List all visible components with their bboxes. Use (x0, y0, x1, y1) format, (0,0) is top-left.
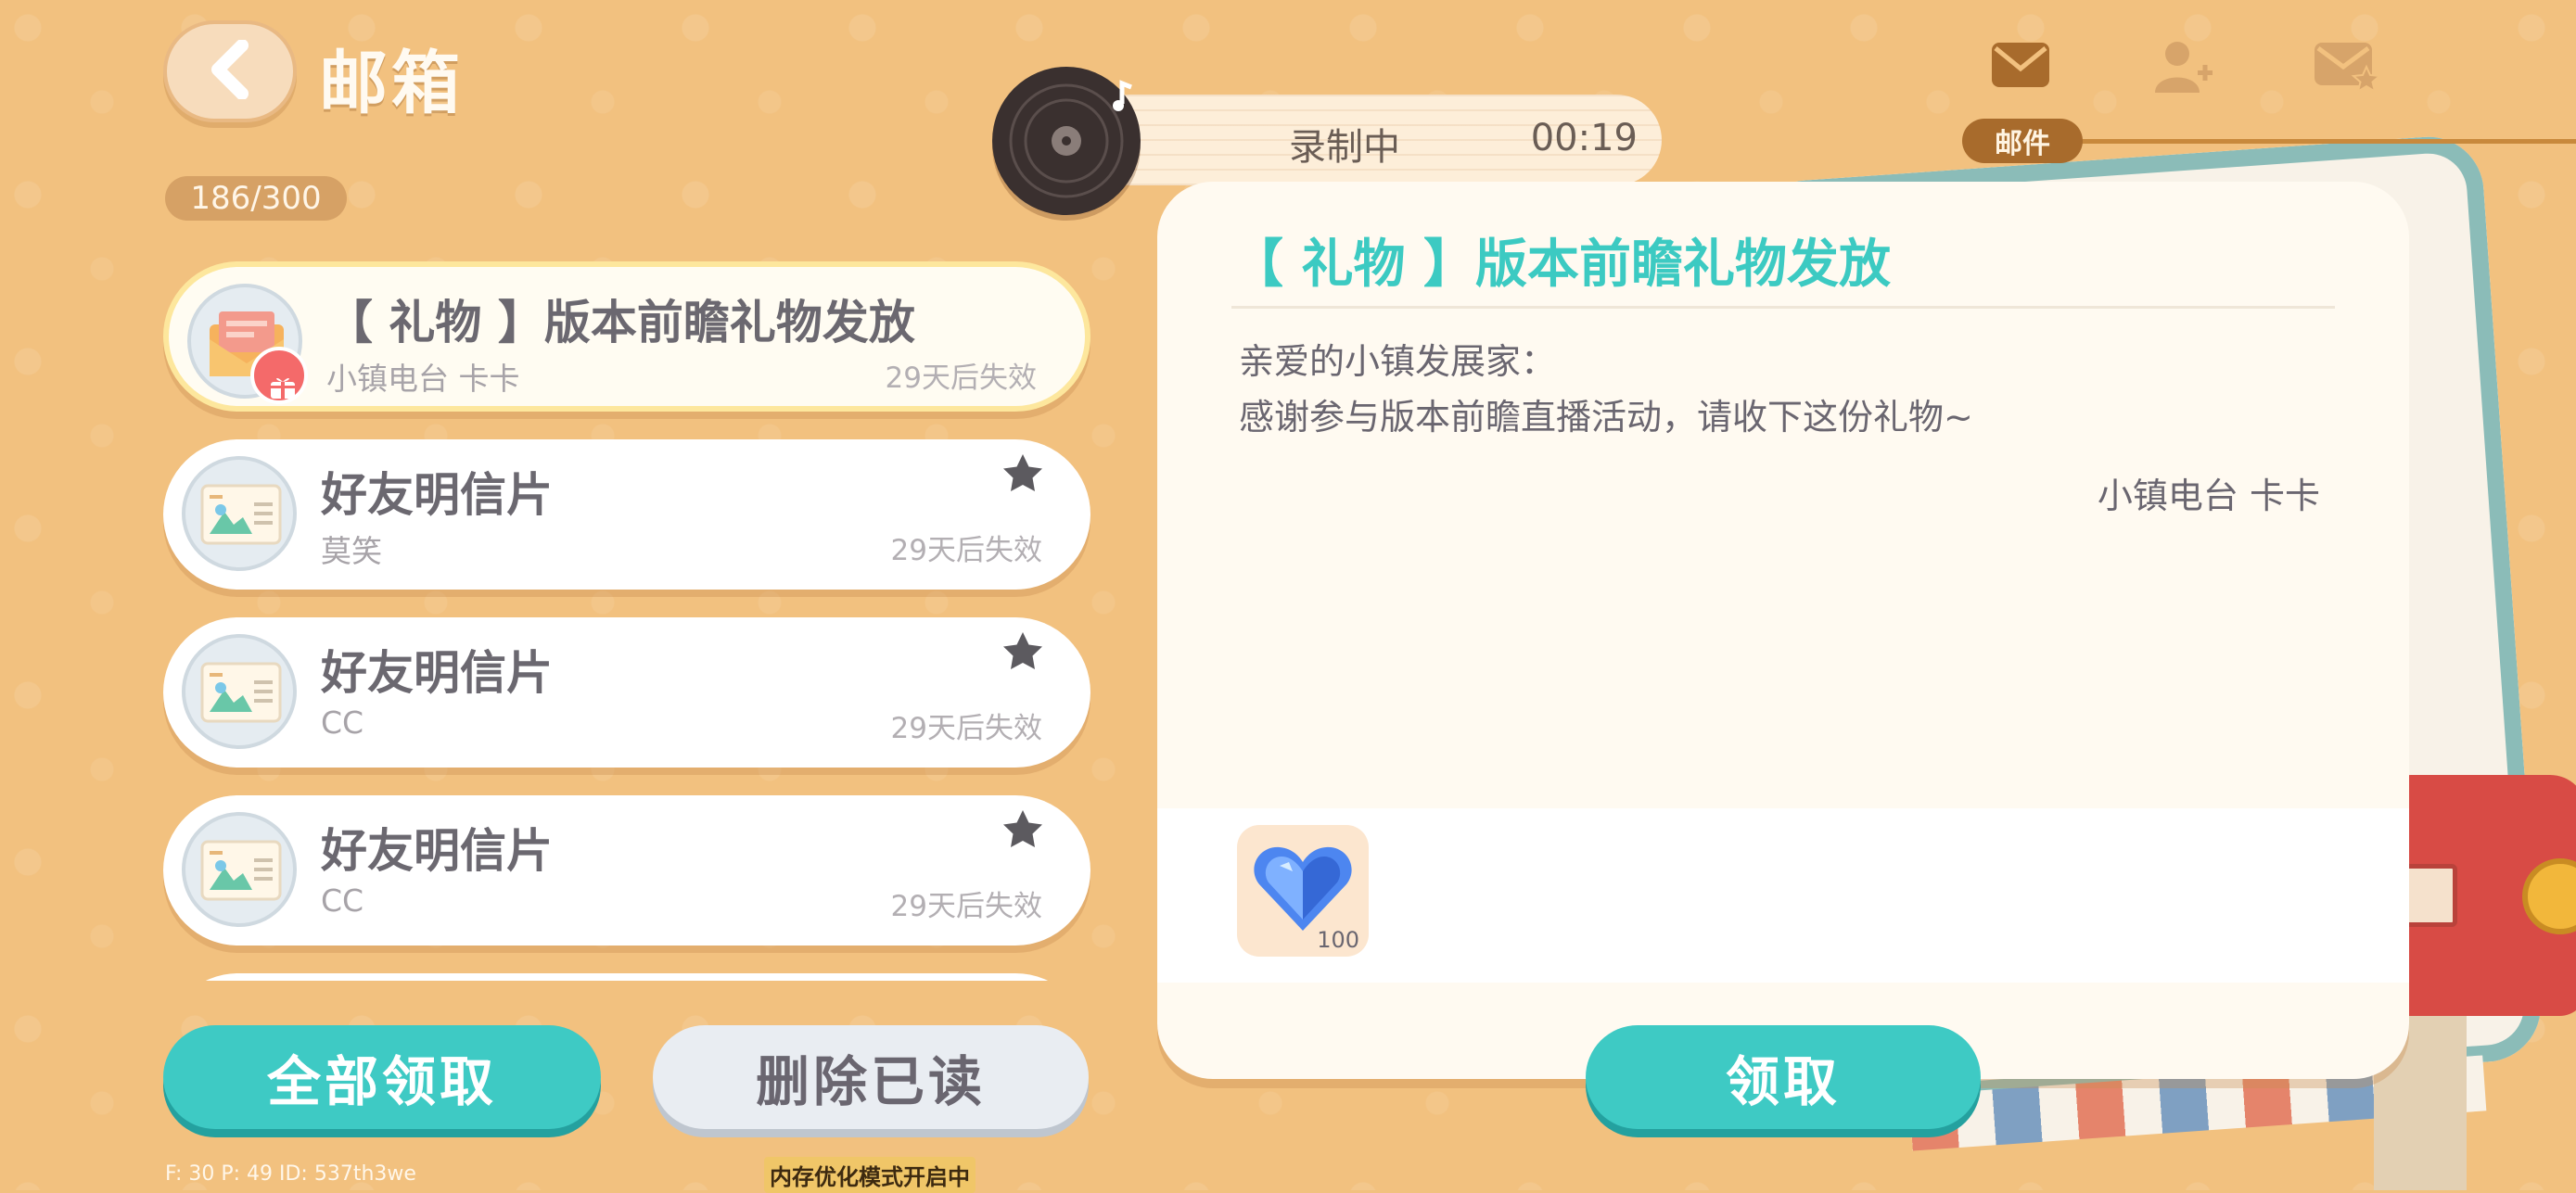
detail-body: 亲爱的小镇发展家： 感谢参与版本前瞻直播活动，请收下这份礼物~ (1239, 334, 1973, 445)
detail-title: 【 礼物 】版本前瞻礼物发放 (1231, 235, 1891, 295)
attachment-item[interactable]: 100 (1237, 825, 1369, 957)
recording-time: 00:19 (1530, 117, 1638, 159)
star-icon[interactable] (1001, 630, 1044, 675)
mail-detail-panel: 【 礼物 】版本前瞻礼物发放 亲爱的小镇发展家： 感谢参与版本前瞻直播活动，请收… (1157, 182, 2409, 1079)
blue-heart-gem-icon (1252, 842, 1354, 938)
record-disc-icon[interactable] (992, 67, 1141, 215)
star-icon[interactable] (1001, 452, 1044, 497)
mail-item-partial[interactable] (163, 973, 1090, 981)
mail-title: 好友明信片 (321, 468, 553, 522)
recording-label: 录制中 (1289, 126, 1400, 169)
detail-signature: 小镇电台 卡卡 (2097, 476, 2320, 516)
add-friend-icon[interactable] (2153, 39, 2214, 98)
memory-mode-label: 内存优化模式开启中 (764, 1157, 976, 1193)
back-button[interactable] (163, 20, 297, 122)
postcard-icon (182, 456, 297, 571)
postcard-icon (182, 812, 297, 927)
detail-greeting: 亲爱的小镇发展家： (1239, 341, 1557, 382)
mail-icon[interactable] (1990, 39, 2051, 95)
claim-all-button[interactable]: 全部领取 (163, 1025, 601, 1129)
mail-item-postcard[interactable]: 好友明信片 CC 29天后失效 (163, 617, 1090, 768)
recording-bar: 录制中 00:19 (1085, 95, 1662, 185)
mail-item-gift[interactable]: 【 礼物 】版本前瞻礼物发放 小镇电台 卡卡 29天后失效 (163, 261, 1090, 412)
claim-button[interactable]: 领取 (1586, 1025, 1981, 1129)
debug-stats: F: 30 P: 49 ID: 537th3we (165, 1162, 416, 1186)
mail-item-postcard[interactable]: 好友明信片 CC 29天后失效 (163, 795, 1090, 946)
mail-counter: 186/300 (165, 176, 347, 221)
mailbox-flag (2522, 858, 2576, 934)
tab-mail[interactable]: 邮件 (1962, 119, 2083, 163)
mail-expire: 29天后失效 (890, 890, 1042, 923)
mail-title: 好友明信片 (321, 824, 553, 878)
mail-title: 【 礼物 】版本前瞻礼物发放 (326, 296, 915, 349)
starred-mail-icon[interactable] (2313, 39, 2382, 96)
tab-underline (2081, 139, 2576, 144)
mail-sender: 小镇电台 卡卡 (326, 361, 520, 397)
star-icon[interactable] (1001, 808, 1044, 853)
page-title: 邮箱 (319, 44, 464, 123)
mail-sender: 莫笑 (321, 533, 382, 569)
mail-expire: 29天后失效 (885, 362, 1037, 395)
mail-item-postcard[interactable]: 好友明信片 莫笑 29天后失效 (163, 439, 1090, 590)
mail-expire: 29天后失效 (890, 712, 1042, 745)
back-arrow-icon (207, 39, 253, 103)
mail-sender: CC (321, 704, 364, 741)
detail-message: 感谢参与版本前瞻直播活动，请收下这份礼物~ (1239, 397, 1973, 438)
mail-title: 好友明信片 (321, 646, 553, 700)
attachment-count: 100 (1317, 927, 1359, 953)
detail-divider (1231, 306, 2335, 309)
mail-sender: CC (321, 882, 364, 919)
postcard-icon (182, 634, 297, 749)
gift-badge-icon (250, 347, 308, 404)
delete-read-button[interactable]: 删除已读 (653, 1025, 1089, 1129)
mail-expire: 29天后失效 (890, 534, 1042, 567)
gift-mail-icon (187, 284, 308, 404)
mail-list[interactable]: 【 礼物 】版本前瞻礼物发放 小镇电台 卡卡 29天后失效 好友明信片 莫笑 2… (163, 258, 1092, 981)
